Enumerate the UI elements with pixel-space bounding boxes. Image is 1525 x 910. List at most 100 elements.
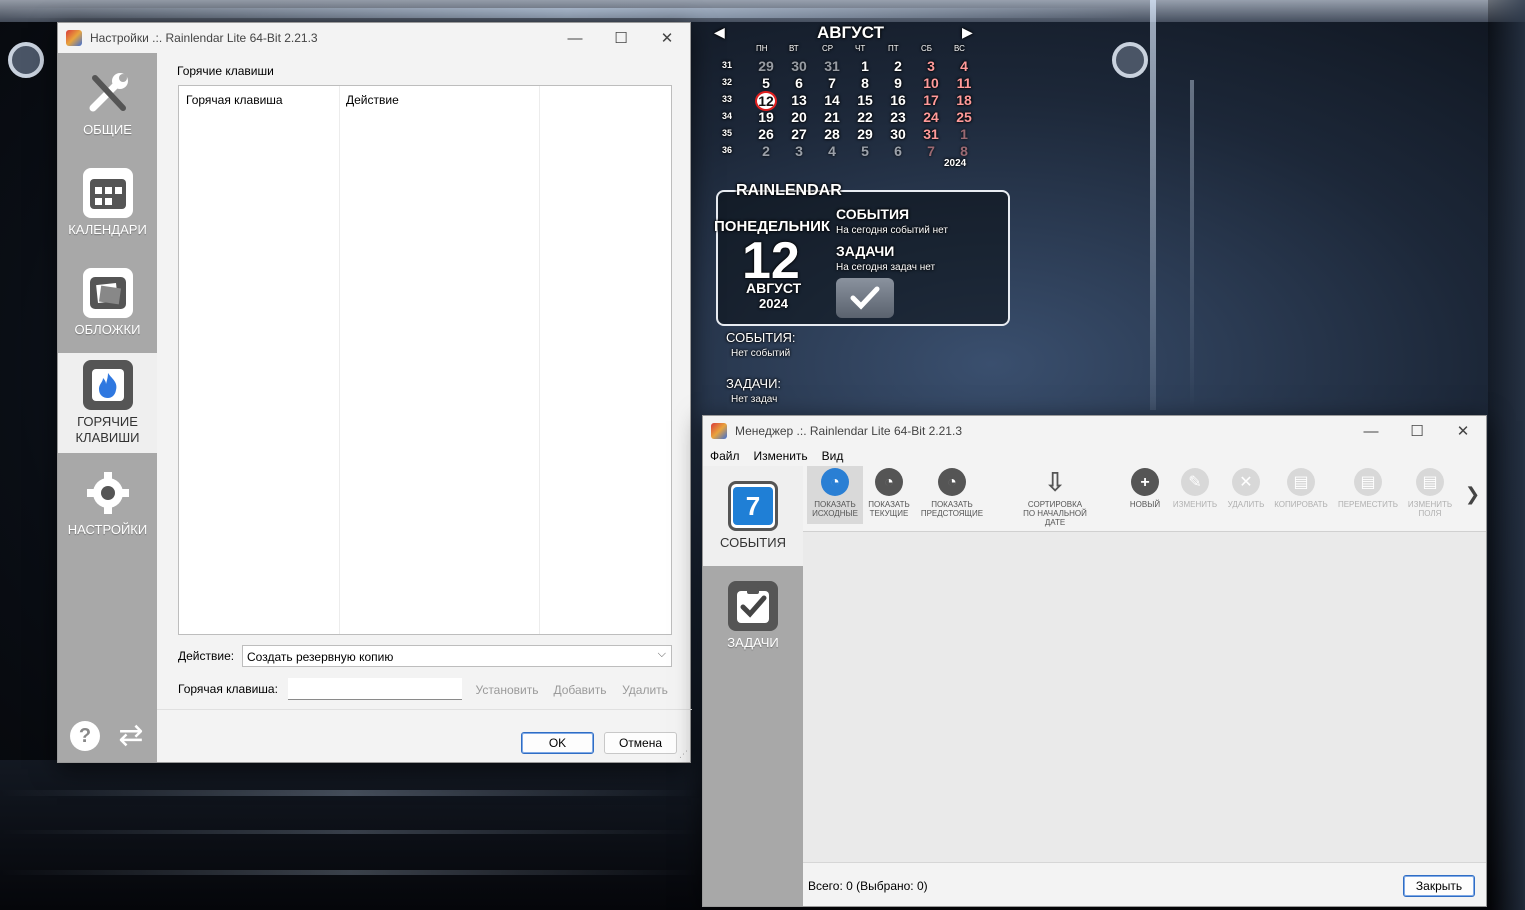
calendar-day[interactable]: 29 xyxy=(755,58,777,74)
brand-label: RAINLENDAR xyxy=(736,182,842,199)
list-events-text: Нет событий xyxy=(731,348,791,359)
hotkey-input[interactable] xyxy=(288,678,462,700)
copy-icon: ▤ xyxy=(1287,468,1315,496)
close-manager-button[interactable]: Закрыть xyxy=(1403,875,1475,897)
calendar-day[interactable]: 13 xyxy=(788,92,810,108)
calendar-day[interactable]: 30 xyxy=(788,58,810,74)
calendar-day[interactable]: 7 xyxy=(920,143,942,159)
calendar-day[interactable]: 29 xyxy=(854,126,876,142)
calendar-day[interactable]: 20 xyxy=(788,109,810,125)
sidebar-item-settings[interactable]: НАСТРОЙКИ xyxy=(58,453,157,553)
calendar-day[interactable]: 19 xyxy=(755,109,777,125)
sidebar-label-calendars: КАЛЕНДАРИ xyxy=(68,222,147,237)
set-hotkey-button[interactable]: Установить xyxy=(472,679,542,701)
calendar-day[interactable]: 14 xyxy=(821,92,843,108)
sidebar-label-tasks: ЗАДАЧИ xyxy=(727,635,779,650)
menu-edit[interactable]: Изменить xyxy=(754,449,808,463)
calendar-day[interactable]: 30 xyxy=(887,126,909,142)
today-tasks-title: ЗАДАЧИ xyxy=(836,243,895,259)
calendar-day[interactable]: 18 xyxy=(953,92,975,108)
toolbar-button-fields[interactable]: ▤ ИЗМЕНИТЬ ПОЛЯ xyxy=(1390,468,1470,518)
maximize-button[interactable]: ☐ xyxy=(598,23,644,53)
hotkey-label: Горячая клавиша: xyxy=(178,682,278,696)
calendar-day[interactable]: 12 xyxy=(755,91,777,111)
calendar-day[interactable]: 5 xyxy=(755,75,777,91)
calendar-day[interactable]: 31 xyxy=(821,58,843,74)
settings-titlebar-inner[interactable]: Настройки .:. Rainlendar Lite 64-Bit 2.2… xyxy=(58,23,690,53)
calendar-day[interactable]: 26 xyxy=(755,126,777,142)
sidebar-item-hotkeys[interactable]: ГОРЯЧИЕ КЛАВИШИ xyxy=(58,353,157,453)
toolbar-button-sort[interactable]: ⇩ СОРТИРОВКА ПО НАЧАЛЬНОЙ ДАТЕ xyxy=(1015,468,1095,528)
close-button[interactable]: ✕ xyxy=(644,23,690,53)
calendar-day[interactable]: 11 xyxy=(953,75,975,91)
show-upcoming-icon: ◔ xyxy=(938,468,966,496)
calendar-day[interactable]: 4 xyxy=(821,143,843,159)
show-source-icon: ◔ xyxy=(821,468,849,496)
calendar-day[interactable]: 31 xyxy=(920,126,942,142)
today-events-title: СОБЫТИЯ xyxy=(836,206,910,222)
calendar-day[interactable]: 2 xyxy=(887,58,909,74)
help-icon[interactable]: ? xyxy=(70,721,100,751)
calendar-day[interactable]: 16 xyxy=(887,92,909,108)
toolbar-label: ПЕРЕМЕСТИТЬ xyxy=(1337,500,1399,509)
settings-window: Настройки .:. Rainlendar Lite 64-Bit 2.2… xyxy=(57,22,692,763)
calendar-day[interactable]: 25 xyxy=(953,109,975,125)
calendar-day[interactable]: 3 xyxy=(788,143,810,159)
calendar-day[interactable]: 5 xyxy=(854,143,876,159)
calendar-day[interactable]: 3 xyxy=(920,58,942,74)
today-month: АВГУСТ xyxy=(746,280,802,296)
cancel-button[interactable]: Отмена xyxy=(604,732,677,754)
action-select[interactable]: Создать резервную копию ⌵ xyxy=(242,645,672,667)
maximize-button[interactable]: ☐ xyxy=(1394,416,1440,446)
toolbar-label: ПОКАЗАТЬ ТЕКУЩИЕ xyxy=(868,500,910,518)
resize-grip-icon[interactable]: ⋰ xyxy=(679,749,688,760)
calendar-day[interactable]: 10 xyxy=(920,75,942,91)
toolbar-label: ПОКАЗАТЬ ПРЕДСТОЯЩИЕ xyxy=(920,500,984,518)
calendar-day[interactable]: 1 xyxy=(953,126,975,142)
close-button[interactable]: ✕ xyxy=(1440,416,1486,446)
edit-icon: ✎ xyxy=(1181,468,1209,496)
calendar-day[interactable]: 15 xyxy=(854,92,876,108)
minimize-button[interactable]: — xyxy=(552,23,598,53)
calendar-day[interactable]: 24 xyxy=(920,109,942,125)
calendar-badge: 7 xyxy=(733,487,773,525)
calendar-day[interactable]: 23 xyxy=(887,109,909,125)
calendar-day[interactable]: 9 xyxy=(887,75,909,91)
ok-button[interactable]: OK xyxy=(521,732,594,754)
add-hotkey-button[interactable]: Добавить xyxy=(551,679,609,701)
calendar-grid: ПН ВТ СР ЧТ ПТ СБ ВС 31 29 30 31 1 2 3 4 32 5 6 7 8 9 10 11 33 1… xyxy=(712,22,982,172)
calendar-day[interactable]: 6 xyxy=(788,75,810,91)
column-header-action[interactable]: Действие xyxy=(346,93,399,107)
calendar-day[interactable]: 22 xyxy=(854,109,876,125)
delete-hotkey-button[interactable]: Удалить xyxy=(618,679,672,701)
column-header-hotkey[interactable]: Горячая клавиша xyxy=(186,93,283,107)
check-button[interactable] xyxy=(836,278,894,318)
manager-sidebar: 7 СОБЫТИЯ ЗАДАЧИ xyxy=(703,466,803,906)
status-text: Всего: 0 (Выбрано: 0) xyxy=(808,879,928,893)
calendar-day[interactable]: 7 xyxy=(821,75,843,91)
sidebar-item-skins[interactable]: ОБЛОЖКИ xyxy=(58,253,157,353)
sidebar-item-general[interactable]: ОБЩИЕ xyxy=(58,53,157,153)
calendar-day[interactable]: 2 xyxy=(755,143,777,159)
robot-arm-right xyxy=(1112,42,1148,78)
calendar-day[interactable]: 17 xyxy=(920,92,942,108)
calendar-day[interactable]: 8 xyxy=(854,75,876,91)
minimize-button[interactable]: — xyxy=(1348,416,1394,446)
sync-icon[interactable]: ⇄ xyxy=(114,721,148,755)
sidebar-label-general: ОБЩИЕ xyxy=(83,122,132,137)
calendar-day[interactable]: 4 xyxy=(953,58,975,74)
events-list[interactable] xyxy=(803,532,1486,862)
sidebar-item-events[interactable]: 7 СОБЫТИЯ xyxy=(703,466,803,566)
calendar-day[interactable]: 21 xyxy=(821,109,843,125)
menu-file[interactable]: Файл xyxy=(710,449,740,463)
toolbar-button-show-upcoming[interactable]: ◔ ПОКАЗАТЬ ПРЕДСТОЯЩИЕ xyxy=(912,468,992,518)
sidebar-item-calendars[interactable]: КАЛЕНДАРИ xyxy=(58,153,157,253)
calendar-day[interactable]: 28 xyxy=(821,126,843,142)
menu-view[interactable]: Вид xyxy=(822,449,844,463)
calendar-day[interactable]: 1 xyxy=(854,58,876,74)
calendar-day[interactable]: 27 xyxy=(788,126,810,142)
manager-titlebar[interactable]: Менеджер .:. Rainlendar Lite 64-Bit 2.21… xyxy=(703,416,1486,446)
calendar-day[interactable]: 8 xyxy=(953,143,975,159)
sidebar-item-tasks[interactable]: ЗАДАЧИ xyxy=(703,566,803,666)
calendar-day[interactable]: 6 xyxy=(887,143,909,159)
